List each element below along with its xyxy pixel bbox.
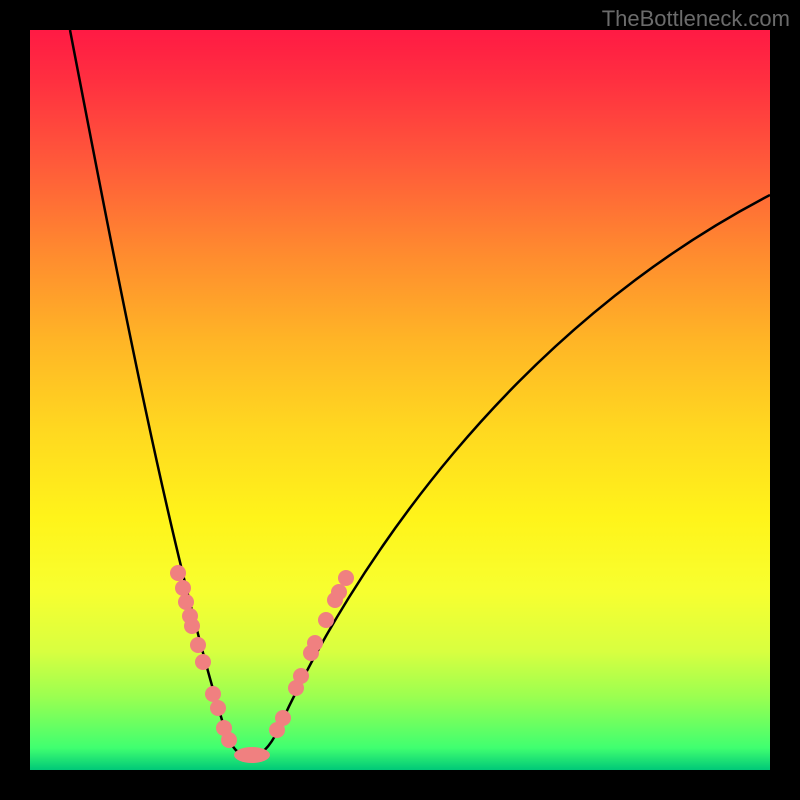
data-point [318, 612, 334, 628]
data-point [293, 668, 309, 684]
data-point [210, 700, 226, 716]
dots-left-group [170, 565, 237, 748]
bottleneck-curve [70, 30, 770, 757]
data-point [178, 594, 194, 610]
chart-svg [30, 30, 770, 770]
data-point [338, 570, 354, 586]
watermark-text: TheBottleneck.com [602, 6, 790, 32]
bottom-marker [234, 747, 270, 763]
chart-frame: TheBottleneck.com [0, 0, 800, 800]
plot-area [30, 30, 770, 770]
data-point [170, 565, 186, 581]
data-point [190, 637, 206, 653]
data-point [195, 654, 211, 670]
data-point [275, 710, 291, 726]
data-point [175, 580, 191, 596]
data-point [307, 635, 323, 651]
data-point [221, 732, 237, 748]
data-point [331, 584, 347, 600]
data-point [205, 686, 221, 702]
data-point [184, 618, 200, 634]
dots-right-group [269, 570, 354, 738]
